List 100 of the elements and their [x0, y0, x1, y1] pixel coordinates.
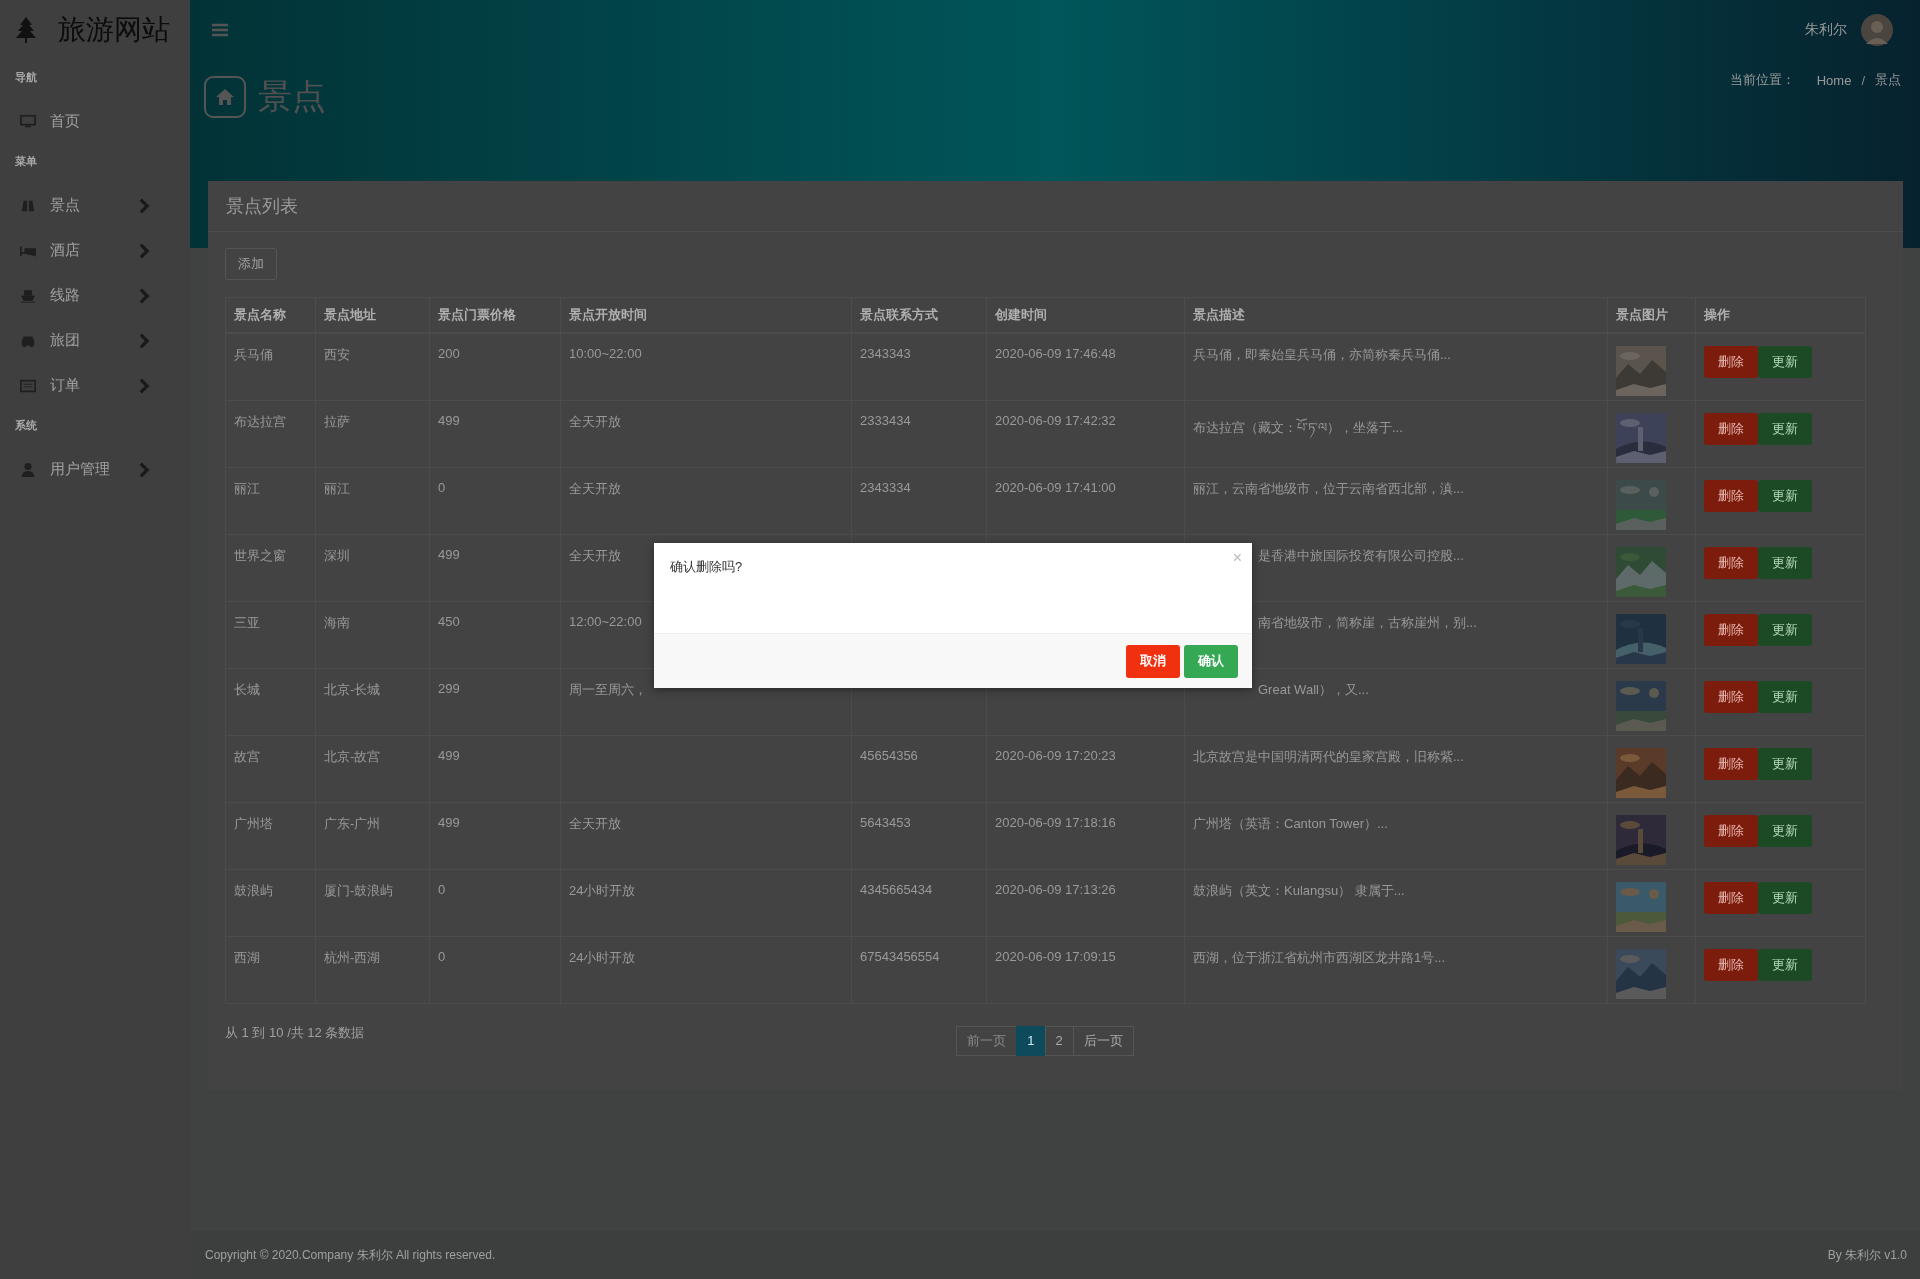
menu-icon[interactable] — [212, 23, 228, 37]
update-button[interactable]: 更新 — [1758, 613, 1812, 646]
table-cell: 丽江 — [234, 480, 260, 496]
nav-item[interactable]: 酒店 — [0, 228, 190, 273]
table-cell: 南省地级市，简称崖，古称崖州，别... — [1258, 613, 1477, 632]
table-cell: 世界之窗 — [234, 547, 286, 563]
update-button[interactable]: 更新 — [1758, 412, 1812, 445]
nav-item[interactable]: 旅团 — [0, 318, 190, 363]
breadcrumb-label: 当前位置： — [1729, 71, 1795, 89]
table-cell: 499 — [438, 412, 460, 428]
monitor-icon — [20, 113, 36, 130]
table-cell: 长城 — [234, 681, 260, 697]
user-icon — [20, 461, 36, 478]
column-header: 景点名称 — [225, 297, 316, 333]
nav-heading: 菜单 — [14, 154, 38, 169]
table-cell: 厦门-鼓浪屿 — [324, 882, 394, 898]
table-cell: 299 — [438, 680, 460, 696]
table-cell: 24小时开放 — [569, 949, 636, 965]
update-button[interactable]: 更新 — [1758, 747, 1812, 780]
nav-item[interactable]: 景点 — [0, 183, 190, 228]
table-cell: 0 — [438, 881, 446, 897]
delete-button[interactable]: 删除 — [1704, 613, 1758, 646]
table-cell: 2343334 — [860, 479, 911, 495]
delete-button[interactable]: 删除 — [1704, 747, 1758, 780]
nav-heading: 导航 — [14, 70, 38, 85]
delete-button[interactable]: 删除 — [1704, 680, 1758, 713]
avatar[interactable] — [1861, 14, 1893, 46]
table-cell: 北京-长城 — [324, 681, 381, 697]
home-icon — [204, 76, 246, 118]
table-cell: 499 — [438, 747, 460, 763]
table-cell: 广州塔（英语：Canton Tower）... — [1193, 815, 1388, 831]
page-button[interactable]: 2 — [1044, 1025, 1074, 1056]
delete-button[interactable]: 删除 — [1704, 948, 1758, 981]
update-button[interactable]: 更新 — [1758, 881, 1812, 914]
table-cell: 2020-06-09 17:13:26 — [995, 881, 1116, 897]
table-cell: 三亚 — [234, 614, 260, 630]
nav-item[interactable]: 订单 — [0, 363, 190, 408]
delete-button[interactable]: 删除 — [1704, 412, 1758, 445]
page-button[interactable]: 1 — [1016, 1025, 1046, 1056]
table-cell: 西湖 — [234, 949, 260, 965]
table-cell: 兵马俑 — [234, 347, 273, 362]
table-cell: 499 — [438, 546, 460, 562]
table-cell: 拉萨 — [324, 413, 350, 429]
table-cell: 全天开放 — [569, 547, 621, 563]
breadcrumb-current: 景点 — [1875, 71, 1901, 89]
update-button[interactable]: 更新 — [1758, 479, 1812, 512]
table-cell: 12:00~22:00 — [569, 613, 642, 629]
table-cell: 2020-06-09 17:18:16 — [995, 814, 1116, 830]
table-cell: 24小时开放 — [569, 882, 636, 898]
table-cell: 全天开放 — [569, 480, 621, 496]
delete-button[interactable]: 删除 — [1704, 546, 1758, 579]
tree-icon — [16, 17, 36, 43]
table-cell: 2020-06-09 17:41:00 — [995, 479, 1116, 495]
table-cell: 海南 — [324, 614, 350, 630]
table-cell: 是香港中旅国际投资有限公司控股... — [1258, 546, 1464, 565]
delete-button[interactable]: 删除 — [1704, 346, 1758, 378]
nav-heading: 系统 — [14, 418, 38, 433]
table-cell: Great Wall），又... — [1258, 680, 1369, 699]
dialog-message: 确认删除吗? — [670, 559, 743, 574]
nav-item[interactable]: 线路 — [0, 273, 190, 318]
table-cell: 故宫 — [234, 748, 260, 764]
ship-icon — [20, 287, 36, 304]
table-cell: 45654356 — [860, 747, 918, 763]
table-cell: 西安 — [324, 347, 350, 362]
table-cell: 2020-06-09 17:20:23 — [995, 747, 1116, 763]
panel-title: 景点列表 — [208, 181, 1903, 232]
breadcrumb-link[interactable]: Home — [1816, 72, 1852, 88]
list-icon — [20, 377, 36, 394]
table-cell: 4345665434 — [860, 881, 933, 897]
column-header: 景点开放时间 — [560, 297, 852, 333]
table-cell: 深圳 — [324, 547, 350, 563]
delete-button[interactable]: 删除 — [1704, 814, 1758, 847]
user-name[interactable]: 朱利尔 — [1805, 21, 1847, 39]
table-cell: 2343343 — [860, 346, 911, 361]
nav-item[interactable]: 用户管理 — [0, 447, 190, 492]
table-cell: 丽江 — [324, 480, 350, 496]
column-header: 景点门票价格 — [429, 297, 561, 333]
update-button[interactable]: 更新 — [1758, 680, 1812, 713]
table-cell: 兵马俑，即秦始皇兵马俑，亦简称秦兵马俑... — [1193, 347, 1451, 362]
update-button[interactable]: 更新 — [1758, 814, 1812, 847]
table-cell: 全天开放 — [569, 815, 621, 831]
column-header: 创建时间 — [986, 297, 1185, 333]
delete-button[interactable]: 删除 — [1704, 881, 1758, 914]
table-cell: 布达拉宫 — [234, 413, 286, 429]
table-cell: 67543456554 — [860, 948, 940, 964]
table-cell: 450 — [438, 613, 460, 629]
table-cell: 广州塔 — [234, 815, 273, 831]
cancel-button[interactable]: 取消 — [1126, 644, 1180, 678]
copyright-text: Copyright © 2020.Company 朱利尔 All rights reserved. — [205, 1246, 496, 1264]
update-button[interactable]: 更新 — [1758, 546, 1812, 579]
table-cell: 北京故宫是中国明清两代的皇家宫殿，旧称紫... — [1193, 748, 1464, 764]
nav-item[interactable]: 首页 — [0, 99, 190, 144]
column-header: 操作 — [1695, 297, 1866, 333]
update-button[interactable]: 更新 — [1758, 948, 1812, 981]
table-cell: 西湖，位于浙江省杭州市西湖区龙井路1号... — [1193, 949, 1446, 965]
table-cell: 0 — [438, 948, 446, 964]
add-button[interactable]: 添加 — [225, 248, 277, 280]
page-title: 景点 — [258, 76, 326, 117]
delete-button[interactable]: 删除 — [1704, 479, 1758, 512]
update-button[interactable]: 更新 — [1758, 346, 1812, 378]
